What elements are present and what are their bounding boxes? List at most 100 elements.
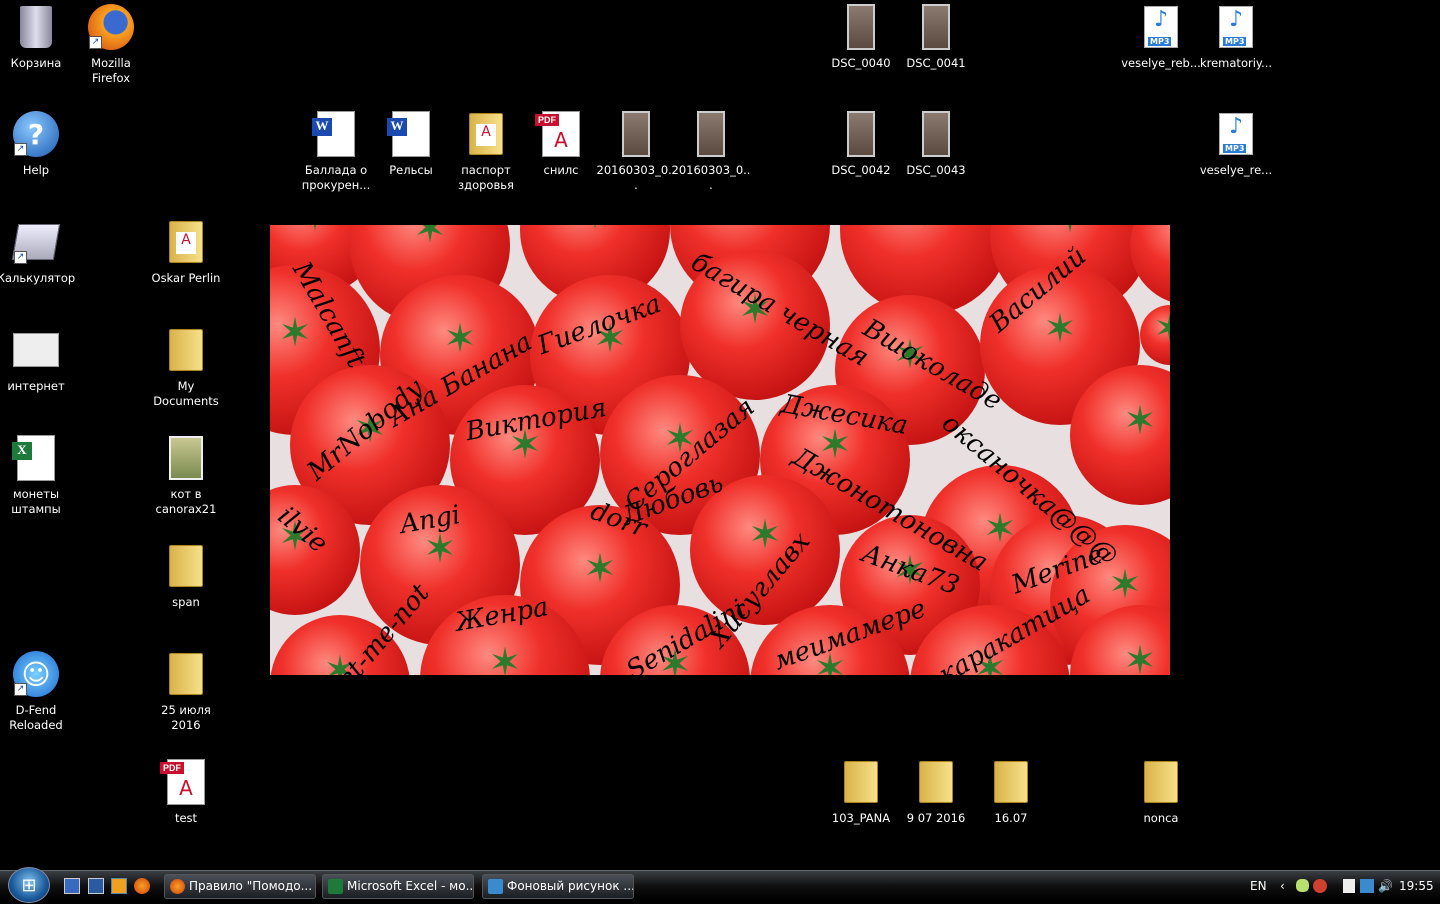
folder-icon xyxy=(162,650,210,698)
desktop-icon[interactable]: DSC_0040 xyxy=(824,3,898,71)
firefox-icon: ↗ xyxy=(87,3,135,51)
desktop-icon[interactable]: span xyxy=(149,542,223,610)
desktop-icon[interactable]: DSC_0043 xyxy=(899,110,973,178)
switch-windows-icon[interactable] xyxy=(88,878,104,894)
desktop-icon-label: 103_PANA xyxy=(831,811,891,825)
desktop-icon[interactable]: Aпаспорт здоровья xyxy=(449,110,523,193)
taskbar-item-wallpaper[interactable]: Фоновый рисунок ... xyxy=(482,874,634,899)
tomato: ✶ xyxy=(1140,305,1170,365)
desktop-icon-label: Корзина xyxy=(10,56,62,70)
start-button[interactable]: ⊞ xyxy=(8,867,50,903)
image-file-icon xyxy=(162,434,210,482)
show-desktop-icon[interactable] xyxy=(64,878,80,894)
desktop-icon[interactable]: интернет xyxy=(0,326,73,394)
power-icon[interactable] xyxy=(1343,879,1355,893)
desktop-icon-label: krematoriy... xyxy=(1199,56,1273,70)
desktop-icon-label: DSC_0040 xyxy=(831,56,891,70)
network-icon[interactable] xyxy=(1360,879,1374,893)
desktop-icon[interactable]: 20160303_0... xyxy=(672,110,750,193)
desktop-icon-label: test xyxy=(174,811,198,825)
desktop-icon[interactable]: 20160303_0... xyxy=(596,110,676,193)
media-player-icon[interactable] xyxy=(111,878,127,894)
desktop-icon[interactable]: Корзина xyxy=(0,3,73,71)
desktop-icon-label: nonca xyxy=(1143,811,1179,825)
mp3-file-icon: ♪ MP3 xyxy=(1137,3,1185,51)
desktop-icon[interactable]: ☺ ↗ D-Fend Reloaded xyxy=(0,650,73,733)
desktop-icon[interactable]: кот в canorax21 xyxy=(149,434,223,517)
folder-pdf-icon: A xyxy=(162,218,210,266)
excel-file-icon: X xyxy=(12,434,60,482)
desktop-icon[interactable]: ♪ MP3 krematoriy... xyxy=(1199,3,1273,71)
show-hidden-icons-chevron-icon[interactable]: ‹ xyxy=(1280,871,1285,901)
desktop-icon[interactable]: Xмонеты штампы xyxy=(0,434,73,517)
desktop-icon-label: кот в canorax21 xyxy=(155,487,217,516)
desktop-icon-label: снилс xyxy=(543,163,579,177)
desktop-icon[interactable]: 16.07 xyxy=(974,758,1048,826)
taskbar-item-firefox[interactable]: Правило "Помодо... xyxy=(164,874,316,899)
desktop-icon-label: интернет xyxy=(7,379,65,393)
calculator-icon: ↗ xyxy=(11,218,61,266)
language-indicator[interactable]: EN xyxy=(1250,871,1267,901)
folder-icon xyxy=(1137,758,1185,806)
desktop-icon-label: D-Fend Reloaded xyxy=(9,703,63,732)
desktop-icon[interactable]: PDF A test xyxy=(149,758,223,826)
taskbar-item-excel[interactable]: Microsoft Excel - мо... xyxy=(322,874,474,899)
desktop-icon[interactable]: PDF A снилс xyxy=(524,110,598,178)
desktop-icon-label: 20160303_0... xyxy=(596,163,676,192)
folder-icon xyxy=(912,758,960,806)
desktop-icon[interactable]: ♪ MP3 veselye_re... xyxy=(1199,110,1273,178)
desktop-icon[interactable]: 25 июля 2016 xyxy=(149,650,223,733)
tray-app-icon[interactable] xyxy=(1296,879,1309,892)
desktop-icon-label: Help xyxy=(22,163,50,177)
desktop-icon-label: DSC_0041 xyxy=(906,56,966,70)
word-file-icon: W xyxy=(387,110,435,158)
desktop-icon[interactable]: 9 07 2016 xyxy=(899,758,973,826)
desktop-icon-label: span xyxy=(172,595,200,609)
tomato: ✶ xyxy=(1130,225,1170,305)
photo-icon xyxy=(612,110,660,158)
desktop-icon-label: Рельсы xyxy=(389,163,433,177)
pdf-file-icon: PDF A xyxy=(535,110,585,158)
folder-icon xyxy=(162,326,210,374)
recycle-bin-icon xyxy=(12,3,60,51)
desktop-icon[interactable]: A Oskar Perlin xyxy=(149,218,223,286)
tray-cleaner-icon[interactable] xyxy=(1313,879,1327,893)
photo-icon xyxy=(912,3,960,51)
desktop-icon[interactable]: ↗ Mozilla Firefox xyxy=(74,3,148,86)
desktop-icon[interactable]: My Documents xyxy=(149,326,223,409)
desktop-icon[interactable]: ? ↗ Help xyxy=(0,110,73,178)
desktop-icon[interactable]: DSC_0042 xyxy=(824,110,898,178)
desktop-icon[interactable]: ↗ Калькулятор xyxy=(0,218,76,286)
firefox-quicklaunch-icon[interactable] xyxy=(134,878,150,894)
windows-logo-icon: ⊞ xyxy=(21,875,37,896)
taskbar: ⊞ Правило "Помодо... Microsoft Excel - м… xyxy=(0,867,1440,903)
desktop-icon-label: Oskar Perlin xyxy=(151,271,221,285)
desktop-icon-label: Калькулятор xyxy=(0,271,76,285)
folder-icon xyxy=(162,542,210,590)
volume-icon[interactable]: 🔊 xyxy=(1378,871,1393,901)
clock[interactable]: 19:55 xyxy=(1399,871,1434,901)
desktop-icon-label: 16.07 xyxy=(994,811,1028,825)
desktop-icon-label: паспорт здоровья xyxy=(458,163,514,192)
excel-icon xyxy=(328,879,343,894)
desktop-icon-label: DSC_0043 xyxy=(906,163,966,177)
mp3-file-icon: ♪ MP3 xyxy=(1212,3,1260,51)
photo-icon xyxy=(837,3,885,51)
desktop-icon-label: DSC_0042 xyxy=(831,163,891,177)
desktop-icon[interactable]: DSC_0041 xyxy=(899,3,973,71)
folder-icon xyxy=(837,758,885,806)
folder-pdf-icon: A xyxy=(462,110,510,158)
desktop-icon-label: veselye_reb... xyxy=(1121,56,1201,70)
desktop-icon[interactable]: ♪ MP3 veselye_reb... xyxy=(1121,3,1201,71)
desktop-icon[interactable]: W Баллада о прокурен... xyxy=(299,110,373,193)
firefox-icon xyxy=(170,879,185,894)
photo-icon xyxy=(912,110,960,158)
mp3-file-icon: ♪ MP3 xyxy=(1212,110,1260,158)
desktop-icon-label: 25 июля 2016 xyxy=(161,703,211,732)
desktop-icon[interactable]: nonca xyxy=(1124,758,1198,826)
help-icon: ? ↗ xyxy=(12,110,60,158)
desktop-icon-label: veselye_re... xyxy=(1199,163,1273,177)
desktop-icon[interactable]: 103_PANA xyxy=(824,758,898,826)
word-file-icon: W xyxy=(312,110,360,158)
desktop-icon[interactable]: W Рельсы xyxy=(374,110,448,178)
